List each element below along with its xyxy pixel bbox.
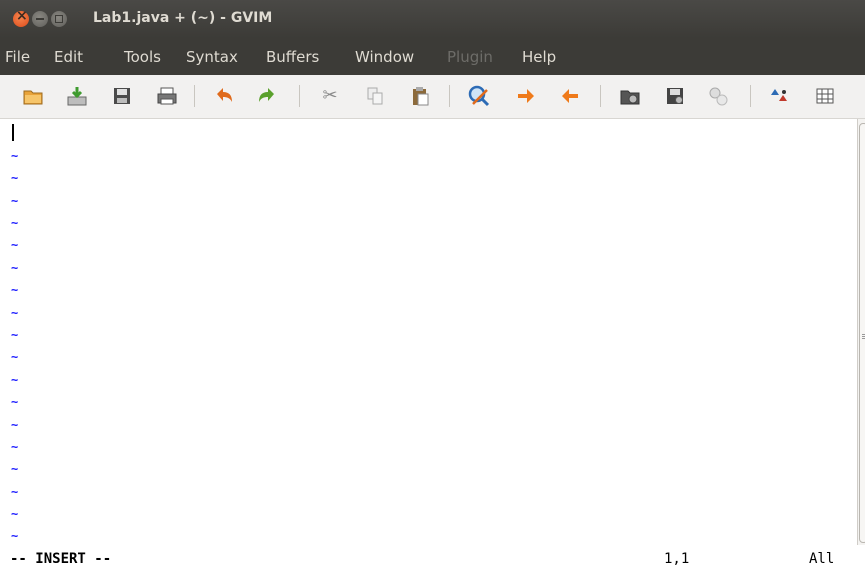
menu-buffers[interactable]: Buffers <box>266 48 319 66</box>
menu-bar: File Edit Tools Syntax Buffers Window Pl… <box>0 38 865 75</box>
empty-line-marker: ~ <box>11 529 19 543</box>
copy-icon[interactable] <box>362 83 388 109</box>
menu-tools[interactable]: Tools <box>124 48 161 66</box>
empty-line-marker: ~ <box>11 418 19 432</box>
run-script-icon[interactable] <box>705 83 731 109</box>
undo-icon[interactable] <box>211 83 237 109</box>
title-bar: Lab1.java + (~) - GVIM <box>0 0 865 38</box>
menu-file[interactable]: File <box>5 48 30 66</box>
vertical-scrollbar[interactable] <box>857 119 865 549</box>
empty-line-marker: ~ <box>11 171 19 185</box>
close-window-button[interactable] <box>13 8 29 27</box>
empty-line-marker: ~ <box>11 485 19 499</box>
empty-line-marker: ~ <box>11 283 19 297</box>
editor-area[interactable] <box>0 119 857 545</box>
find-next-icon[interactable] <box>513 83 539 109</box>
load-session-icon[interactable] <box>617 83 643 109</box>
empty-line-marker: ~ <box>11 507 19 521</box>
empty-line-marker: ~ <box>11 194 19 208</box>
menu-plugin: Plugin <box>447 48 493 66</box>
save-all-icon[interactable] <box>109 83 135 109</box>
empty-line-marker: ~ <box>11 462 19 476</box>
mode-indicator: -- INSERT -- <box>10 551 112 567</box>
empty-line-marker: ~ <box>11 328 19 342</box>
scroll-position: All <box>809 551 835 567</box>
empty-line-marker: ~ <box>11 395 19 409</box>
scrollbar-thumb[interactable] <box>859 123 865 543</box>
table-icon[interactable] <box>812 83 838 109</box>
make-icon[interactable] <box>766 83 792 109</box>
menu-edit[interactable]: Edit <box>54 48 83 66</box>
paste-icon[interactable] <box>407 83 433 109</box>
find-replace-icon[interactable] <box>466 83 492 109</box>
minimize-window-button[interactable] <box>32 11 48 27</box>
empty-line-marker: ~ <box>11 440 19 454</box>
cursor-position: 1,1 <box>664 551 690 567</box>
text-cursor <box>12 124 14 141</box>
empty-line-marker: ~ <box>11 149 19 163</box>
save-icon[interactable] <box>64 83 90 109</box>
empty-line-marker: ~ <box>11 261 19 275</box>
find-previous-icon[interactable] <box>557 83 583 109</box>
empty-line-marker: ~ <box>11 350 19 364</box>
toolbar: ✂ <box>0 75 865 119</box>
empty-line-marker: ~ <box>11 216 19 230</box>
cut-icon[interactable]: ✂ <box>317 83 343 109</box>
empty-line-marker: ~ <box>11 373 19 387</box>
save-session-icon[interactable] <box>662 83 688 109</box>
redo-icon[interactable] <box>254 83 280 109</box>
window-title: Lab1.java + (~) - GVIM <box>93 10 273 26</box>
menu-syntax[interactable]: Syntax <box>186 48 238 66</box>
empty-line-marker: ~ <box>11 238 19 252</box>
open-file-icon[interactable] <box>20 83 46 109</box>
print-icon[interactable] <box>154 83 180 109</box>
menu-help[interactable]: Help <box>522 48 556 66</box>
maximize-window-button[interactable] <box>51 11 67 27</box>
menu-window[interactable]: Window <box>355 48 414 66</box>
empty-line-marker: ~ <box>11 306 19 320</box>
status-line: -- INSERT -- 1,1 All <box>0 545 865 569</box>
